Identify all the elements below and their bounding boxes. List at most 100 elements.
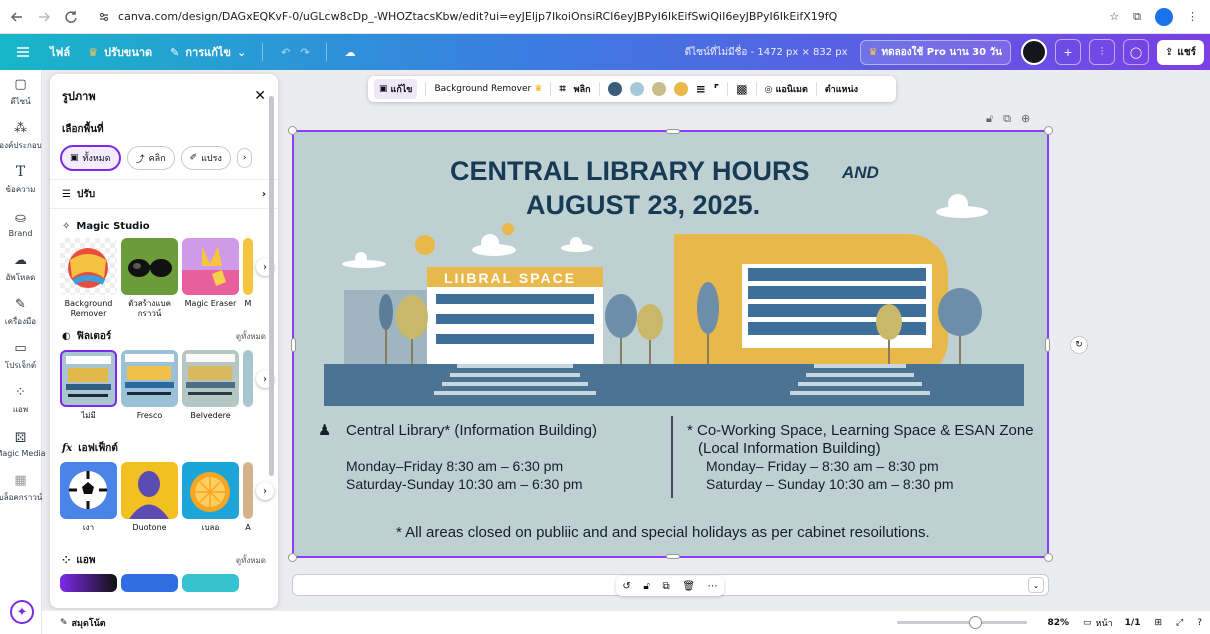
add-collaborator-icon[interactable]: + [1055,39,1081,65]
reload-icon[interactable] [61,6,82,28]
resize-handle[interactable] [1044,126,1053,135]
notes-button[interactable]: ✎ สมุดโน้ต [60,616,106,630]
forward-icon[interactable] [33,6,54,28]
rotate-icon[interactable]: ↻ [1070,336,1088,354]
add-page-icon[interactable]: ⊕ [1021,112,1030,126]
zoom-slider-knob[interactable] [968,616,982,629]
color-swatch[interactable] [651,82,666,96]
color-swatch[interactable] [607,82,622,96]
zoom-level[interactable]: 82% [1047,618,1069,628]
crop-icon[interactable]: ⌗ [559,82,565,96]
more-magic-tool[interactable]: M [243,238,253,319]
replace-icon[interactable]: ↺ [622,581,630,592]
grid-view-icon[interactable]: ⊞ [1154,618,1162,628]
flip-button[interactable]: พลิก [574,82,591,96]
site-settings-icon[interactable] [98,11,110,23]
more-effect[interactable]: A [243,462,253,543]
resize-handle[interactable] [666,129,680,134]
bg-remover-tool[interactable]: Background Remover [60,238,117,319]
bg-remover-button[interactable]: Background Remover ♛ [434,84,542,94]
back-icon[interactable] [6,6,27,28]
edit-menu[interactable]: ✎ การแก้ไข ⌄ [170,43,246,61]
rail-design[interactable]: ▢ ดีไซน์ [0,70,41,114]
more-filter[interactable] [243,350,253,431]
transparency-icon[interactable]: ▩ [736,82,747,96]
file-menu[interactable]: ไฟล์ [50,43,70,61]
magic-assistant-button[interactable]: ✦ [10,600,34,624]
lock-icon[interactable]: 🔓︎ [986,112,993,126]
rail-magic-media[interactable]: ⚄ Magic Media [0,422,46,466]
rail-bg[interactable]: ▦ บล็อคกราวน์ [0,466,42,510]
bg-generator-tool[interactable]: ตัวสร้างแบคกราวน์ [121,238,178,319]
app-thumb[interactable] [182,574,239,592]
close-icon[interactable]: ✕ [254,88,266,104]
profile-icon[interactable] [1155,7,1173,26]
resize-handle[interactable] [288,126,297,135]
magic-eraser-tool[interactable]: Magic Eraser [182,238,239,319]
filters-see-all[interactable]: ดูทั้งหมด [236,330,266,343]
undo-icon[interactable]: ↶ [281,46,290,59]
pages-button[interactable]: ▭ หน้า 1/1 [1083,616,1140,630]
position-button[interactable]: ตำแหน่ง [825,82,858,96]
zoom-slider[interactable] [897,616,1028,629]
filter-belvedere[interactable]: Belvedere [182,350,239,431]
trash-icon[interactable]: 🗑︎ [682,581,695,592]
duplicate-page-icon[interactable]: ⧉ [1003,112,1011,126]
rail-brand[interactable]: ⛀ Brand [0,202,41,246]
rail-text[interactable]: T ข้อความ [0,158,41,202]
rail-projects[interactable]: ▭ โปรเจ็กต์ [0,334,41,378]
extensions-icon[interactable]: ⧉ [1133,10,1141,24]
app-thumb[interactable] [121,574,178,592]
design-canvas[interactable]: CENTRAL LIBRARY HOURS AND AUGUST 23, 202… [288,126,1053,562]
app-thumb[interactable] [60,574,117,592]
apps-icon: ⁘ [15,384,26,400]
chevron-right-icon[interactable]: › [256,482,274,500]
share-button[interactable]: ⇪ แชร์ [1157,39,1204,65]
corner-rounding-icon[interactable]: ⌜ [714,82,720,96]
fullscreen-icon[interactable]: ⤢ [1176,618,1183,628]
filter-fresco[interactable]: Fresco [121,350,178,431]
rail-upload[interactable]: ☁ อัพโหลด [0,246,41,290]
border-style-icon[interactable]: ≡ [696,82,706,96]
resize-handle[interactable] [1045,338,1050,352]
chip-click[interactable]: ⤴ คลิก [126,146,175,170]
address-bar[interactable]: canva.com/design/DAGxEQKvF-0/uGLcw8cDp_-… [90,4,1109,30]
effect-blur[interactable]: เบลอ [182,462,239,543]
pro-trial-button[interactable]: ♛ ทดลองใช้ Pro นาน 30 วัน [859,39,1011,65]
duplicate-icon[interactable]: ⧉ [663,581,670,592]
chips-next-button[interactable]: › [236,148,253,168]
comment-icon[interactable]: ◯ [1123,39,1149,65]
filter-none[interactable]: ไม่มี [60,350,117,431]
chip-brush[interactable]: ✐ แปรง [180,146,231,170]
rail-apps[interactable]: ⁘ แอพ [0,378,41,422]
menu-icon[interactable] [14,46,32,58]
help-icon[interactable]: ? [1197,618,1202,628]
more-icon[interactable]: ⋯ [708,581,718,592]
redo-icon[interactable]: ↷ [300,46,309,59]
adjust-row[interactable]: ☰ ปรับ › [50,179,278,209]
rail-elements[interactable]: ⁂ องค์ประกอบ [0,114,42,158]
document-title[interactable]: ดีไซน์ที่ไม่มีชื่อ - 1472 px × 832 px [685,45,848,60]
resize-button[interactable]: ♛ ปรับขนาด [88,43,152,61]
resize-handle[interactable] [666,554,680,559]
color-swatch[interactable] [673,82,688,96]
resize-handle[interactable] [291,338,296,352]
insights-icon[interactable]: ⫶ [1089,39,1115,65]
chip-all[interactable]: ▣ ทั้งหมด [60,145,121,171]
resize-handle[interactable] [288,553,297,562]
effect-duotone[interactable]: Duotone [121,462,178,543]
panel-scrollbar[interactable] [269,96,274,476]
chevron-down-icon[interactable]: ⌄ [1028,577,1044,593]
edit-image-button[interactable]: ▣ แก้ไข [374,79,418,99]
effect-shadow[interactable]: เงา [60,462,117,543]
rail-tools[interactable]: ✎ เครื่องมือ [0,290,41,334]
browser-menu-icon[interactable]: ⋮ [1187,10,1198,23]
lock-icon[interactable]: 🔓︎ [643,581,649,592]
color-swatch[interactable] [629,82,644,96]
cloud-save-icon[interactable]: ☁ [345,46,356,59]
animate-button[interactable]: ◎ แอนิเมต [765,82,808,96]
resize-handle[interactable] [1044,553,1053,562]
avatar[interactable] [1021,39,1047,65]
bookmark-star-icon[interactable]: ☆ [1109,10,1119,23]
apps-see-all[interactable]: ดูทั้งหมด [236,554,266,567]
